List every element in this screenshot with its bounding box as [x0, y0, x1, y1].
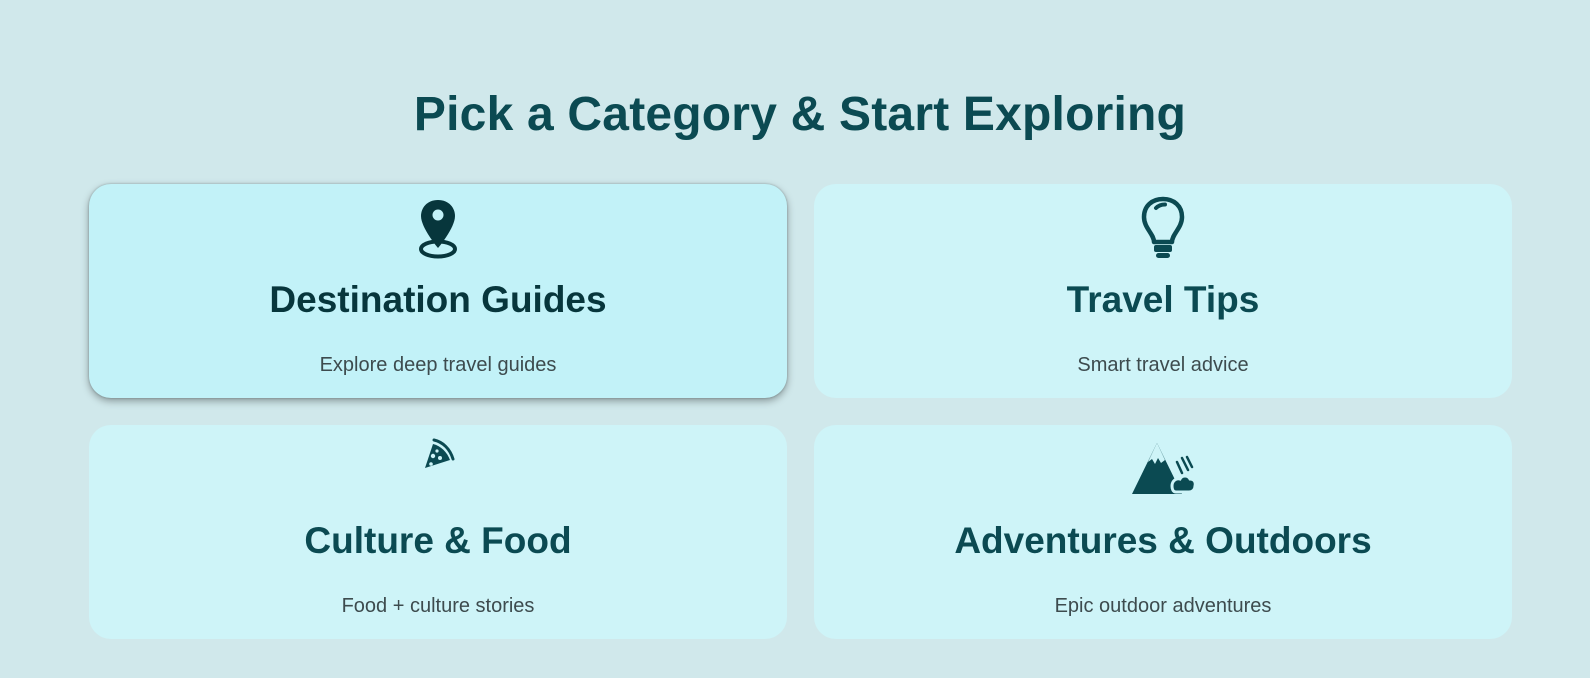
card-title: Culture & Food	[304, 520, 572, 561]
card-description: Food + culture stories	[341, 595, 535, 617]
mountain-icon	[814, 440, 1512, 496]
map-pin-icon	[89, 198, 787, 262]
category-card-culture-food[interactable]: Culture & Food Food + culture stories	[89, 425, 787, 639]
card-title: Travel Tips	[1066, 279, 1260, 320]
category-card-adventures-outdoors[interactable]: Adventures & Outdoors Epic outdoor adven…	[814, 425, 1512, 639]
card-description: Explore deep travel guides	[319, 354, 557, 376]
pizza-slice-icon	[89, 437, 821, 471]
card-title: Destination Guides	[269, 279, 607, 320]
card-title: Adventures & Outdoors	[954, 520, 1372, 561]
lightbulb-icon	[814, 196, 1512, 260]
card-description: Epic outdoor adventures	[1054, 595, 1272, 617]
category-card-travel-tips[interactable]: Travel Tips Smart travel advice	[814, 184, 1512, 398]
category-card-destination-guides[interactable]: Destination Guides Explore deep travel g…	[89, 184, 787, 398]
page-title: Pick a Category & Start Exploring	[413, 88, 1187, 141]
card-description: Smart travel advice	[1077, 354, 1249, 376]
